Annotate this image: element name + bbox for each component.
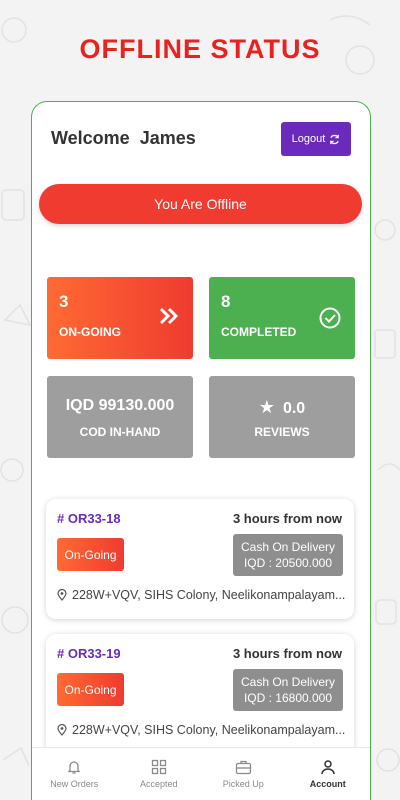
payment-badge: Cash On Delivery IQD : 16800.000 bbox=[233, 669, 343, 711]
refresh-icon bbox=[330, 134, 340, 144]
reviews-card[interactable]: ★ 0.0 REVIEWS bbox=[209, 376, 355, 458]
nav-label: Account bbox=[309, 779, 346, 789]
completed-card[interactable]: 8 COMPLETED bbox=[209, 277, 355, 359]
order-card[interactable]: # OR33-18 3 hours from now On-Going Cash… bbox=[46, 499, 354, 619]
ongoing-card[interactable]: 3 ON-GOING bbox=[47, 277, 193, 359]
order-address: 228W+VQV, SIHS Colony, Neelikonampalayam… bbox=[57, 588, 347, 602]
nav-item-picked-up[interactable]: Picked Up bbox=[201, 748, 286, 800]
location-pin-icon bbox=[57, 724, 67, 736]
double-chevron-right-icon bbox=[159, 307, 179, 325]
nav-item-account[interactable]: Account bbox=[286, 748, 371, 800]
completed-count: 8 bbox=[221, 292, 231, 311]
ongoing-count: 3 bbox=[59, 292, 69, 311]
payment-method: Cash On Delivery bbox=[240, 540, 336, 554]
location-pin-icon bbox=[57, 589, 67, 601]
payment-method: Cash On Delivery bbox=[240, 675, 336, 689]
user-icon bbox=[321, 760, 335, 775]
nav-label: New Orders bbox=[50, 779, 99, 789]
briefcase-icon bbox=[235, 760, 251, 775]
cod-card[interactable]: IQD 99130.000 COD IN-HAND bbox=[47, 376, 193, 458]
nav-label: Picked Up bbox=[222, 779, 264, 789]
order-time: 3 hours from now bbox=[232, 646, 342, 661]
order-card[interactable]: # OR33-19 3 hours from now On-Going Cash… bbox=[46, 634, 354, 754]
payment-badge: Cash On Delivery IQD : 20500.000 bbox=[233, 534, 343, 576]
logout-label: Logout bbox=[291, 133, 326, 145]
order-time: 3 hours from now bbox=[232, 511, 342, 526]
reviews-rating-row: ★ 0.0 bbox=[209, 397, 355, 418]
check-circle-icon bbox=[319, 307, 341, 329]
order-status-badge: On-Going bbox=[57, 538, 124, 571]
logout-button[interactable]: Logout bbox=[281, 122, 351, 156]
nav-item-accepted[interactable]: Accepted bbox=[117, 748, 202, 800]
order-address-text: 228W+VQV, SIHS Colony, Neelikonampalayam… bbox=[72, 588, 346, 602]
banner-title: OFFLINE STATUS bbox=[79, 34, 321, 64]
payment-amount: IQD : 20500.000 bbox=[243, 556, 333, 570]
offline-toggle-button[interactable]: You Are Offline bbox=[39, 184, 362, 224]
nav-item-new-orders[interactable]: New Orders bbox=[32, 748, 117, 800]
order-address-text: 228W+VQV, SIHS Colony, Neelikonampalayam… bbox=[72, 723, 346, 737]
bottom-nav: New Orders Accepted Picked Up Account bbox=[32, 747, 370, 800]
order-address: 228W+VQV, SIHS Colony, Neelikonampalayam… bbox=[57, 723, 347, 737]
reviews-label: REVIEWS bbox=[254, 425, 310, 439]
reviews-rating: 0.0 bbox=[282, 400, 306, 417]
bell-icon bbox=[68, 761, 81, 774]
welcome-text: Welcome James bbox=[51, 128, 196, 148]
cod-label: COD IN-HAND bbox=[79, 425, 161, 439]
order-status-badge: On-Going bbox=[57, 673, 124, 706]
order-id: # OR33-19 bbox=[57, 646, 121, 661]
grid-icon bbox=[151, 759, 166, 775]
cod-amount: IQD 99130.000 bbox=[65, 397, 175, 414]
payment-amount: IQD : 16800.000 bbox=[243, 691, 333, 705]
star-icon: ★ bbox=[258, 397, 275, 417]
ongoing-label: ON-GOING bbox=[59, 325, 121, 339]
phone-screen: Welcome James Logout You Are Offline 3 O… bbox=[31, 101, 371, 800]
nav-label: Accepted bbox=[139, 779, 178, 789]
completed-label: COMPLETED bbox=[221, 325, 297, 339]
order-id: # OR33-18 bbox=[57, 511, 121, 526]
